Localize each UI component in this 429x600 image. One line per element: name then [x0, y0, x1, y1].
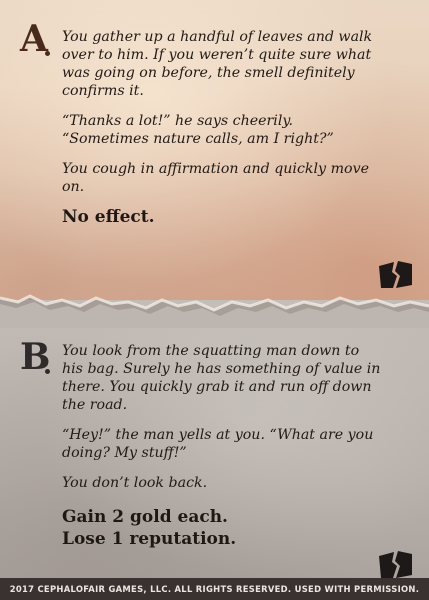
option-a-letter-dot: [45, 51, 50, 56]
option-a-paragraph: You gather up a handful of leaves and wa…: [62, 29, 373, 99]
option-b-effect: Gain 2 gold each. Lose 1 reputation.: [62, 506, 382, 550]
copyright-footer: 2017 CEPHALOFAIR GAMES, LLC. ALL RIGHTS …: [9, 584, 420, 594]
option-a-letter: A: [20, 18, 48, 60]
option-b-effect-line: Lose 1 reputation.: [62, 529, 237, 549]
torn-paper-edge: [0, 294, 429, 328]
option-b-paragraph: You look from the squatting man down to …: [62, 343, 381, 413]
option-b-story: You look from the squatting man down to …: [62, 342, 382, 504]
broken-card-icon: [379, 551, 412, 578]
option-a-paragraph: “Thanks a lot!” he says cheerily. “Somet…: [62, 113, 334, 147]
option-a-effect-line: No effect.: [62, 207, 155, 227]
option-b-effect-line: Gain 2 gold each.: [62, 507, 228, 527]
event-card: A You gather up a handful of leaves and …: [0, 0, 429, 600]
option-b-paragraph: “Hey!” the man yells at you. “What are y…: [62, 427, 374, 461]
option-b-letter-dot: [45, 369, 50, 374]
option-a-story: You gather up a handful of leaves and wa…: [62, 28, 382, 208]
option-a-effect: No effect.: [62, 206, 382, 228]
broken-card-icon: [379, 261, 412, 288]
option-a-paragraph: You cough in affirmation and quickly mov…: [62, 161, 369, 195]
option-b-paragraph: You don’t look back.: [62, 475, 208, 491]
